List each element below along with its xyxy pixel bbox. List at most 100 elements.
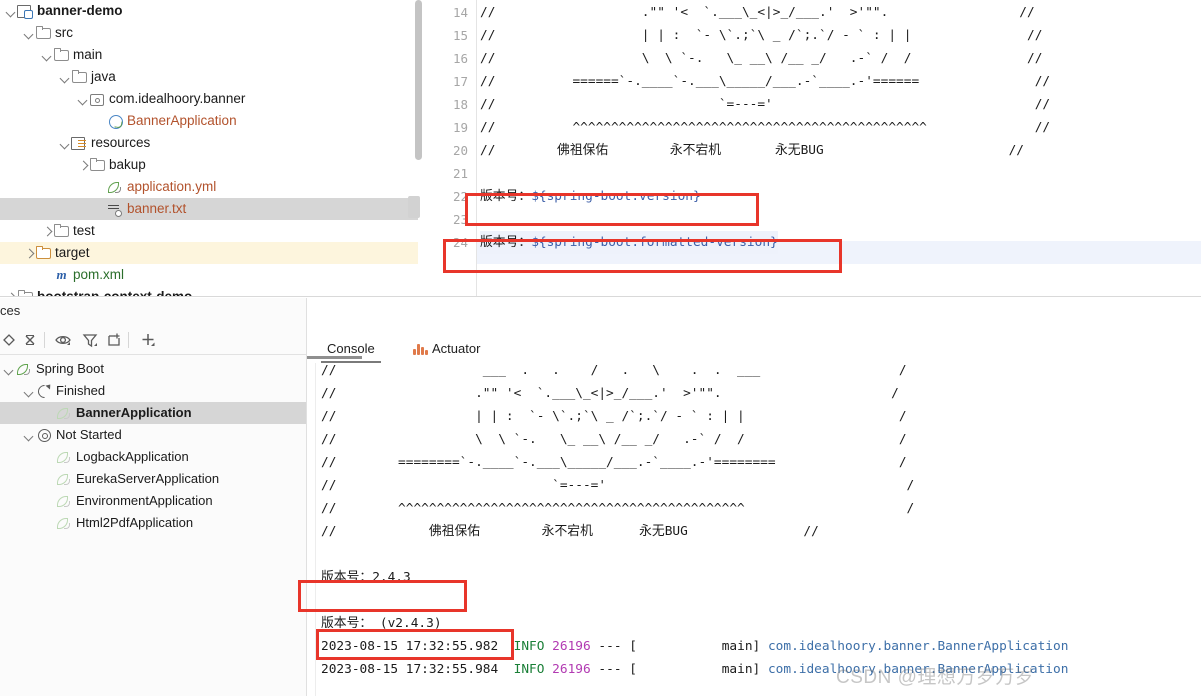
log-thread: main] bbox=[721, 639, 761, 654]
editor-line[interactable]: // 佛祖保佑 永不宕机 永无BUG // bbox=[480, 139, 1024, 162]
services-toolbar[interactable] bbox=[0, 326, 306, 355]
console-log-row: 2023-08-15 17:32:55.984 INFO 26196 --- [… bbox=[321, 658, 1068, 681]
tree-item-bannerapplication[interactable]: BannerApplication bbox=[0, 110, 428, 132]
service-item-finished[interactable]: Finished bbox=[0, 380, 306, 402]
tree-item-com-idealhoory-banner[interactable]: com.idealhoory.banner bbox=[0, 88, 428, 110]
tree-item-application-yml[interactable]: application.yml bbox=[0, 176, 428, 198]
console-line: // ^^^^^^^^^^^^^^^^^^^^^^^^^^^^^^^^^^^^^… bbox=[321, 501, 915, 516]
service-item-logbackapplication[interactable]: LogbackApplication bbox=[0, 446, 306, 468]
tree-item-pom-xml[interactable]: m pom.xml bbox=[0, 264, 428, 286]
tree-item-java[interactable]: java bbox=[0, 66, 428, 88]
spring-class-icon bbox=[107, 110, 124, 132]
line-number: 16 bbox=[452, 51, 468, 66]
spring-leaf-dim-icon bbox=[55, 468, 73, 490]
service-item-label: Finished bbox=[56, 383, 106, 398]
console-tab-bar[interactable]: Console Actuator bbox=[307, 336, 1201, 363]
editor-line[interactable]: 版本号：${spring-boot.version} bbox=[480, 185, 701, 208]
actuator-icon bbox=[413, 341, 429, 355]
services-tree: Spring Boot Finished BannerApplication Not … bbox=[0, 358, 306, 534]
chevron-down-icon[interactable] bbox=[60, 66, 71, 88]
line-number: 22 bbox=[452, 189, 468, 204]
project-tree-scrollbar[interactable] bbox=[415, 0, 422, 160]
service-indent bbox=[0, 446, 44, 468]
stop-icon[interactable] bbox=[20, 330, 40, 350]
editor-line[interactable]: // | | : `- \`.;`\ _ /`;.`/ - ` : | | // bbox=[480, 24, 1042, 47]
editor-line[interactable]: // `=---=' // bbox=[480, 93, 1050, 116]
tree-item-src[interactable]: src bbox=[0, 22, 428, 44]
service-item-not-started[interactable]: Not Started bbox=[0, 424, 306, 446]
editor-line[interactable]: // ======`-.____`-.___\_____/___.-`____.… bbox=[480, 70, 1050, 93]
chevron-down-icon[interactable] bbox=[24, 424, 35, 446]
tree-item-label: pom.xml bbox=[73, 267, 125, 282]
line-number: 24 bbox=[452, 235, 468, 250]
chevron-down-icon[interactable] bbox=[4, 358, 15, 380]
service-item-label: BannerApplication bbox=[76, 405, 192, 420]
gear-icon bbox=[35, 424, 53, 446]
service-item-eurekaserverapplication[interactable]: EurekaServerApplication bbox=[0, 468, 306, 490]
service-no-arrow bbox=[44, 402, 55, 424]
line-number: 21 bbox=[452, 166, 468, 181]
tree-item-bootstrap-context-demo[interactable]: bootstrap-context-demo bbox=[0, 286, 428, 296]
service-item-html2pdfapplication[interactable]: Html2PdfApplication bbox=[0, 512, 306, 534]
tree-item-main[interactable]: main bbox=[0, 44, 428, 66]
chevron-down-icon[interactable] bbox=[6, 0, 17, 22]
rerun-icon[interactable] bbox=[0, 330, 20, 350]
service-item-label: EurekaServerApplication bbox=[76, 471, 220, 486]
service-no-arrow bbox=[44, 468, 55, 490]
tab-label: Console bbox=[327, 341, 375, 356]
service-no-arrow bbox=[44, 512, 55, 534]
resources-folder-icon bbox=[71, 132, 88, 154]
chevron-right-icon[interactable] bbox=[42, 220, 53, 242]
tab-actuator[interactable]: Actuator bbox=[407, 336, 486, 363]
service-indent bbox=[0, 402, 44, 424]
chevron-down-icon[interactable] bbox=[24, 22, 35, 44]
bottom-tool-window: ces Spring Boot Finished BannerApplicati… bbox=[0, 298, 1201, 696]
eye-icon[interactable] bbox=[53, 330, 73, 350]
service-item-label: Not Started bbox=[56, 427, 122, 442]
tree-item-resources[interactable]: resources bbox=[0, 132, 428, 154]
line-number: 14 bbox=[452, 5, 468, 20]
export-icon[interactable] bbox=[104, 330, 124, 350]
service-item-spring-boot[interactable]: Spring Boot bbox=[0, 358, 306, 380]
chevron-down-icon[interactable] bbox=[42, 44, 53, 66]
editor-line[interactable]: // ."" '< `.___\_<|>_/___.' >'"". // bbox=[480, 1, 1035, 24]
run-console-panel[interactable]: Console Actuator // ___ . . / . \ . . ___… bbox=[298, 298, 1201, 696]
project-tree-scrollbar-secondary[interactable] bbox=[408, 196, 420, 218]
chevron-right-icon[interactable] bbox=[6, 286, 17, 296]
console-output[interactable]: // ___ . . / . \ . . ___ / // ."" '< `.__… bbox=[307, 363, 1201, 696]
chevron-down-icon[interactable] bbox=[78, 88, 89, 110]
tree-item-label: bakup bbox=[109, 157, 146, 172]
editor-gutter[interactable]: 14 15 16 17 18 19 20 21 22 23 24 bbox=[428, 0, 476, 296]
editor-line[interactable]: // \ \ `-. \_ __\ /__ _/ .-` / / // bbox=[480, 47, 1042, 70]
console-log-row: 2023-08-15 17:32:55.982 INFO 26196 --- [… bbox=[321, 635, 1068, 658]
tree-item-bakup[interactable]: bakup bbox=[0, 154, 428, 176]
tree-item-test[interactable]: test bbox=[0, 220, 428, 242]
editor-line[interactable]: 版本号：${spring-boot.formatted-version} bbox=[480, 231, 778, 254]
add-icon[interactable] bbox=[138, 330, 158, 350]
tree-item-target[interactable]: target bbox=[0, 242, 428, 264]
services-tool-window[interactable]: ces Spring Boot Finished BannerApplicati… bbox=[0, 298, 306, 696]
filter-icon[interactable] bbox=[80, 330, 100, 350]
tree-item-banner-demo[interactable]: banner-demo bbox=[0, 0, 428, 22]
service-item-bannerapplication[interactable]: BannerApplication bbox=[0, 402, 306, 424]
tree-item-label: java bbox=[91, 69, 116, 84]
log-separator: --- [ bbox=[598, 639, 637, 654]
chevron-right-icon[interactable] bbox=[24, 242, 35, 264]
tree-item-label: main bbox=[73, 47, 103, 62]
log-logger: com.idealhoory.banner.BannerApplication bbox=[767, 639, 1069, 654]
chevron-right-icon[interactable] bbox=[78, 154, 89, 176]
tree-item-label: resources bbox=[91, 135, 151, 150]
console-horizontal-scrollbar[interactable] bbox=[307, 356, 362, 359]
chevron-down-icon[interactable] bbox=[60, 132, 71, 154]
project-tool-window[interactable]: banner-demo src main java com.idealhoory.ban… bbox=[0, 0, 428, 296]
editor-line[interactable]: // ^^^^^^^^^^^^^^^^^^^^^^^^^^^^^^^^^^^^^… bbox=[480, 116, 1050, 139]
code-editor[interactable]: 14 15 16 17 18 19 20 21 22 23 24 // ."" '< `.___\_… bbox=[428, 0, 1201, 296]
log-logger: com.idealhoory.banner.BannerApplication bbox=[767, 662, 1069, 677]
service-item-environmentapplication[interactable]: EnvironmentApplication bbox=[0, 490, 306, 512]
log-pid: 26196 bbox=[552, 639, 591, 654]
tree-item-banner-txt[interactable]: banner.txt bbox=[0, 198, 428, 220]
tree-item-label: com.idealhoory.banner bbox=[109, 91, 246, 106]
chevron-down-icon[interactable] bbox=[24, 380, 35, 402]
